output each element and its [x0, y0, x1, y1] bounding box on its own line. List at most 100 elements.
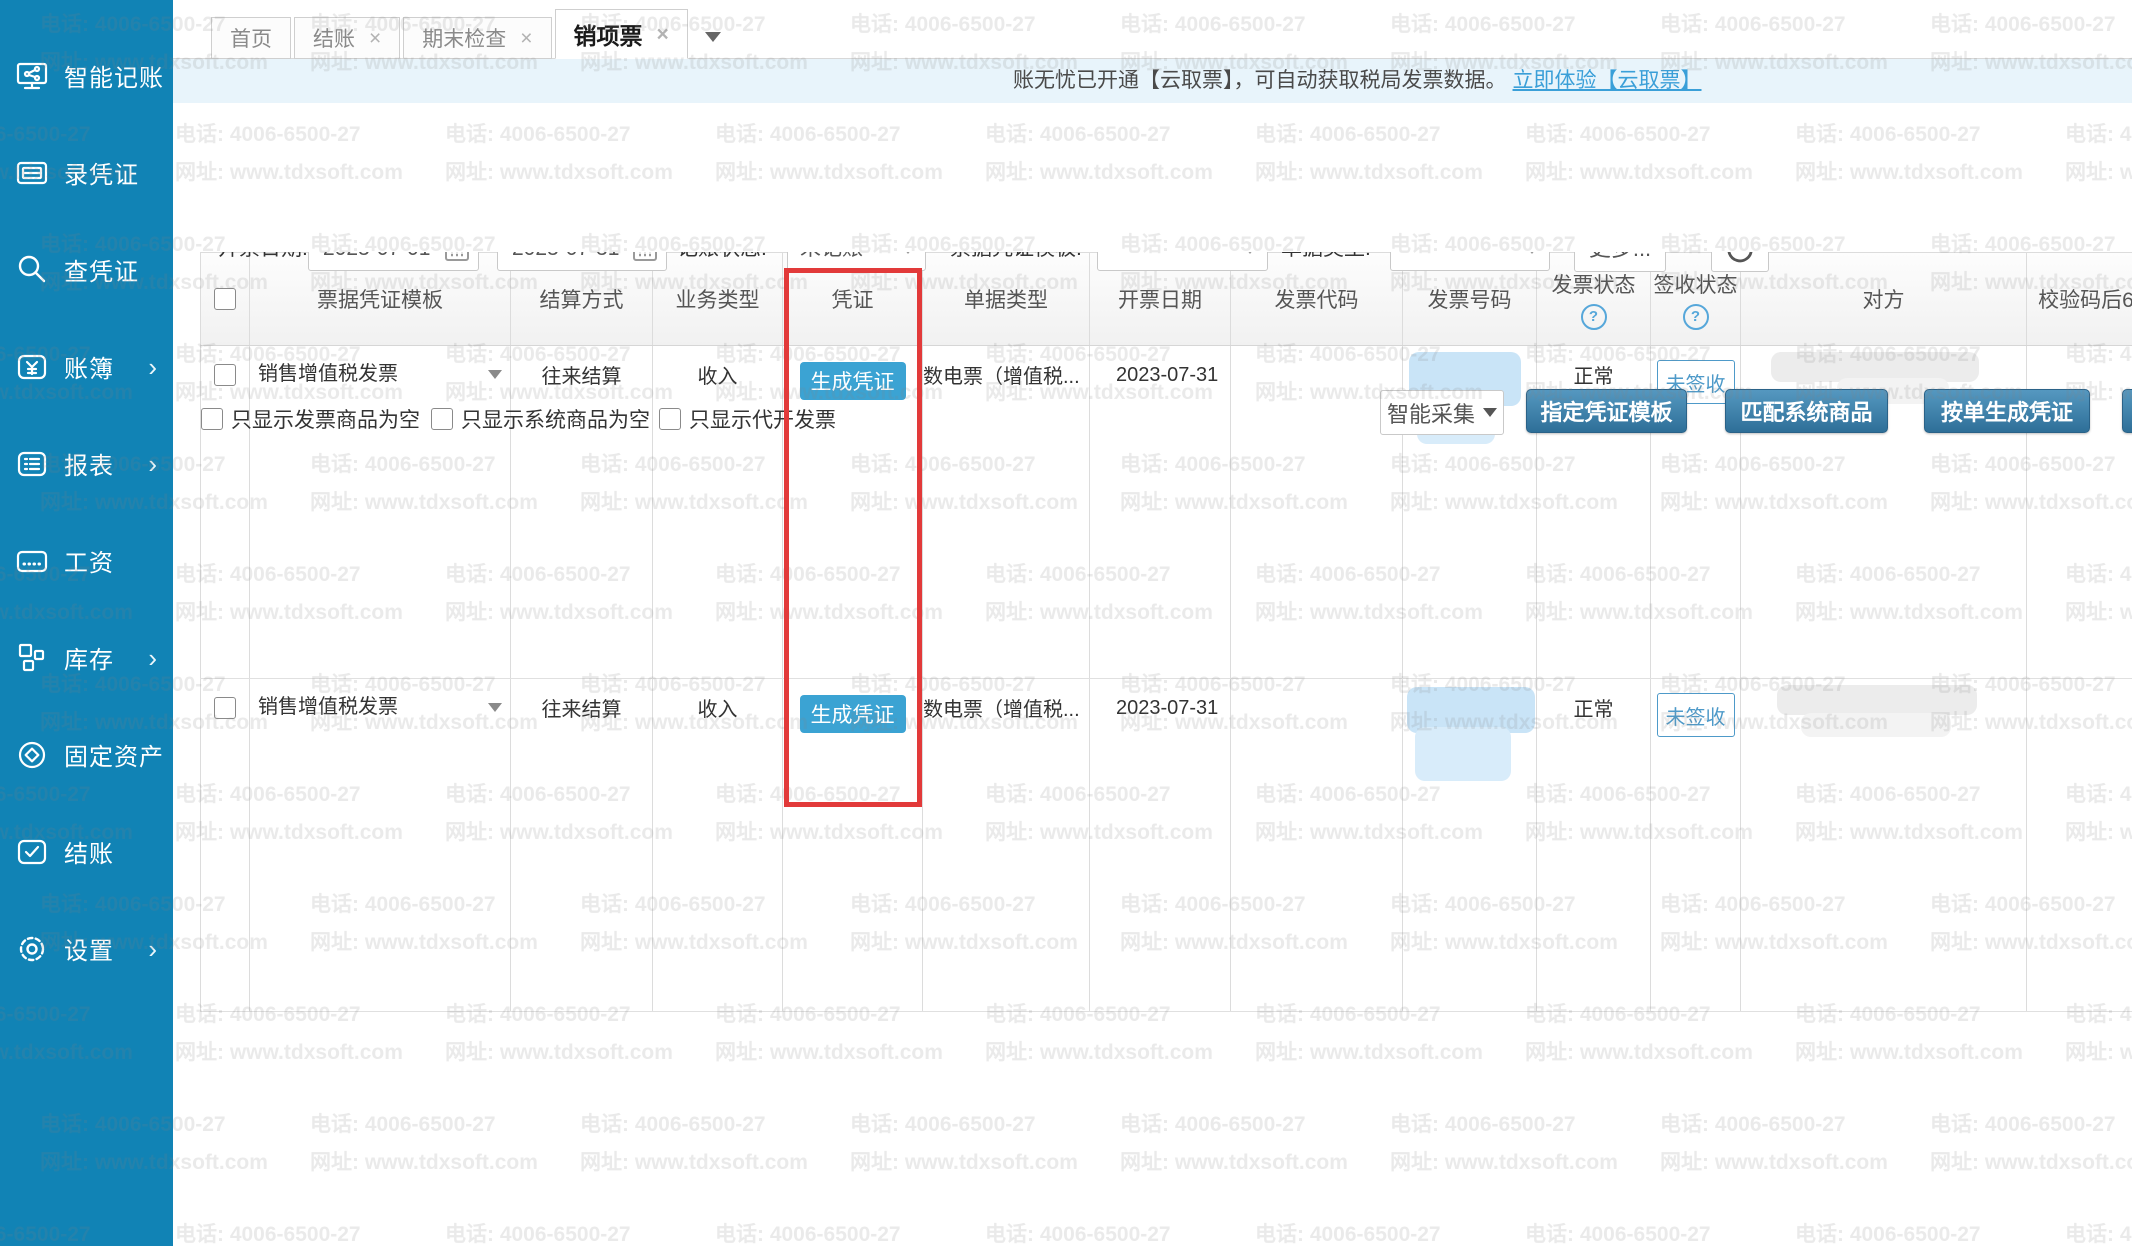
assign-template-label: 指定凭证模板 — [1540, 395, 1672, 427]
header-counterparty: 对方 — [1740, 253, 2026, 345]
checkbox-icon[interactable] — [659, 408, 681, 430]
tab-label: 销项票 — [574, 17, 643, 51]
sidebar-item-closing[interactable]: 结账 — [0, 803, 173, 900]
tab-home[interactable]: 首页 — [211, 17, 291, 59]
assign-voucher-template-button[interactable]: 指定凭证模板 — [1526, 389, 1687, 433]
sidebar-item-record-voucher[interactable]: 录凭证 — [0, 124, 173, 221]
checkbox-icon[interactable] — [201, 408, 223, 430]
checksum-cell — [2026, 679, 2132, 1011]
table-row: 销售增值税发票 往来结算 收入 生成凭证 数电票（增值税... 2023-07-… — [200, 679, 2132, 1012]
tab-label: 首页 — [230, 23, 272, 53]
submenu-arrow-icon: › — [148, 936, 157, 962]
clipped-action-button[interactable] — [2122, 389, 2132, 433]
invoice-code-cell — [1230, 346, 1402, 678]
close-icon[interactable]: × — [520, 28, 532, 49]
sidebar-item-label: 账簿 — [64, 349, 114, 384]
chevron-down-icon[interactable] — [488, 703, 502, 712]
sidebar-item-label: 设置 — [64, 931, 114, 966]
redacted-counterparty — [1801, 713, 1951, 737]
doc-type-cell: 数电票（增值税... — [922, 679, 1089, 1011]
checkbox-empty-system-goods[interactable]: 只显示系统商品为空 — [431, 404, 650, 434]
invoice-code-cell — [1230, 679, 1402, 1011]
generate-voucher-by-doc-button[interactable]: 按单生成凭证 — [1924, 389, 2090, 433]
inventory-icon — [14, 640, 50, 676]
invoice-status-cell: 正常 — [1536, 679, 1650, 1011]
sidebar-item-settings[interactable]: 设置 › — [0, 900, 173, 997]
generate-by-doc-label: 按单生成凭证 — [1941, 395, 2073, 427]
settlement-method-cell: 往来结算 — [510, 679, 652, 1011]
voucher-template-cell[interactable]: 销售增值税发票 — [249, 679, 510, 1011]
record-voucher-icon — [14, 155, 50, 191]
business-type-cell: 收入 — [652, 346, 782, 678]
chevron-down-icon[interactable] — [488, 370, 502, 379]
tab-closing[interactable]: 结账 × — [294, 17, 400, 59]
help-icon[interactable]: ? — [1683, 304, 1709, 330]
notice-bar: 账无忧已开通【云取票】，可自动获取税局发票数据。立即体验【云取票】 — [173, 58, 2132, 103]
tab-bar: 首页 结账 × 期末检查 × 销项票 × — [173, 0, 2132, 59]
settlement-method-cell: 往来结算 — [510, 346, 652, 678]
sidebar-item-fixed-assets[interactable]: 固定资产 — [0, 706, 173, 803]
sidebar-item-smart-accounting[interactable]: 智能记账 — [0, 27, 173, 124]
invoice-number-cell — [1402, 679, 1536, 1011]
help-icon[interactable]: ? — [1581, 304, 1607, 330]
checkbox-icon[interactable] — [431, 408, 453, 430]
sidebar-item-inventory[interactable]: 库存 › — [0, 609, 173, 706]
voucher-cell: 生成凭证 — [782, 679, 922, 1011]
tab-list-dropdown-icon[interactable] — [705, 32, 721, 42]
row-select-cell — [200, 346, 249, 678]
generate-voucher-button[interactable]: 生成凭证 — [800, 362, 906, 400]
tab-sales-invoices[interactable]: 销项票 × — [555, 9, 688, 59]
settings-icon — [14, 931, 50, 967]
filter-bar: 开票日期: 2023-07-01 - 2023-07-31 记账状态: 未记账 … — [173, 103, 2132, 186]
match-system-goods-button[interactable]: 匹配系统商品 — [1725, 389, 1888, 433]
tab-period-end-check[interactable]: 期末检查 × — [403, 17, 551, 59]
voucher-template-cell[interactable]: 销售增值税发票 — [249, 346, 510, 678]
submenu-arrow-icon: › — [148, 645, 157, 671]
sidebar-item-label: 结账 — [64, 834, 114, 869]
search-voucher-icon — [14, 252, 50, 288]
unsigned-button[interactable]: 未签收 — [1657, 693, 1735, 737]
business-type-cell: 收入 — [652, 679, 782, 1011]
sidebar-item-account-books[interactable]: 账簿 › — [0, 318, 173, 415]
tab-strip: 首页 结账 × 期末检查 × 销项票 × — [211, 9, 721, 59]
checkbox-label: 只显示代开发票 — [689, 404, 836, 434]
close-icon[interactable]: × — [369, 28, 381, 49]
row-select-cell — [200, 679, 249, 1011]
sidebar-item-label: 库存 — [64, 640, 114, 675]
fixed-assets-icon — [14, 737, 50, 773]
try-cloud-invoice-link[interactable]: 立即体验【云取票】 — [1513, 69, 1702, 92]
sidebar-item-search-voucher[interactable]: 查凭证 — [0, 221, 173, 318]
smart-collect-button[interactable]: 智能采集 — [1380, 390, 1504, 435]
sidebar-item-reports[interactable]: 报表 › — [0, 415, 173, 512]
sign-status-cell: 未签收 — [1650, 679, 1740, 1011]
report-icon — [14, 446, 50, 482]
tab-label: 期末检查 — [422, 23, 506, 53]
submenu-arrow-icon: › — [148, 354, 157, 380]
notice-text: 账无忧已开通【云取票】，可自动获取税局发票数据。 — [1013, 69, 1507, 92]
sidebar-item-label: 智能记账 — [64, 58, 164, 93]
invoice-date-cell: 2023-07-31 — [1089, 679, 1230, 1011]
sidebar-item-label: 查凭证 — [64, 252, 139, 287]
smart-accounting-icon — [14, 58, 50, 94]
invoice-date-cell: 2023-07-31 — [1089, 346, 1230, 678]
sidebar-item-label: 工资 — [64, 543, 114, 578]
sidebar-item-label: 录凭证 — [64, 155, 139, 190]
closing-icon — [14, 834, 50, 870]
checkbox-empty-invoice-goods[interactable]: 只显示发票商品为空 — [201, 404, 420, 434]
close-icon[interactable]: × — [657, 24, 669, 45]
invoice-table: 票据凭证模板 结算方式 业务类型 凭证 单据类型 开票日期 发票代码 发票号码 … — [200, 252, 2132, 1012]
select-all-checkbox[interactable] — [214, 288, 236, 310]
options-row: 只显示发票商品为空 只显示系统商品为空 只显示代开发票 智能采集 指定凭证模板 … — [173, 186, 2132, 252]
row-checkbox[interactable] — [214, 697, 236, 719]
header-checksum: 校验码后6位 — [2026, 253, 2132, 345]
tab-label: 结账 — [313, 23, 355, 53]
checkbox-agency-invoices[interactable]: 只显示代开发票 — [659, 404, 836, 434]
sidebar: 智能记账 录凭证 查凭证 账簿 › 报表 › 工资 库存 › — [0, 0, 173, 1246]
row-checkbox[interactable] — [214, 364, 236, 386]
redacted-counterparty — [1777, 685, 1977, 715]
checkbox-label: 只显示系统商品为空 — [461, 404, 650, 434]
sidebar-item-payroll[interactable]: 工资 — [0, 512, 173, 609]
redacted-invoice-number — [1415, 727, 1511, 781]
generate-voucher-button[interactable]: 生成凭证 — [800, 695, 906, 733]
sidebar-item-label: 固定资产 — [64, 737, 164, 772]
